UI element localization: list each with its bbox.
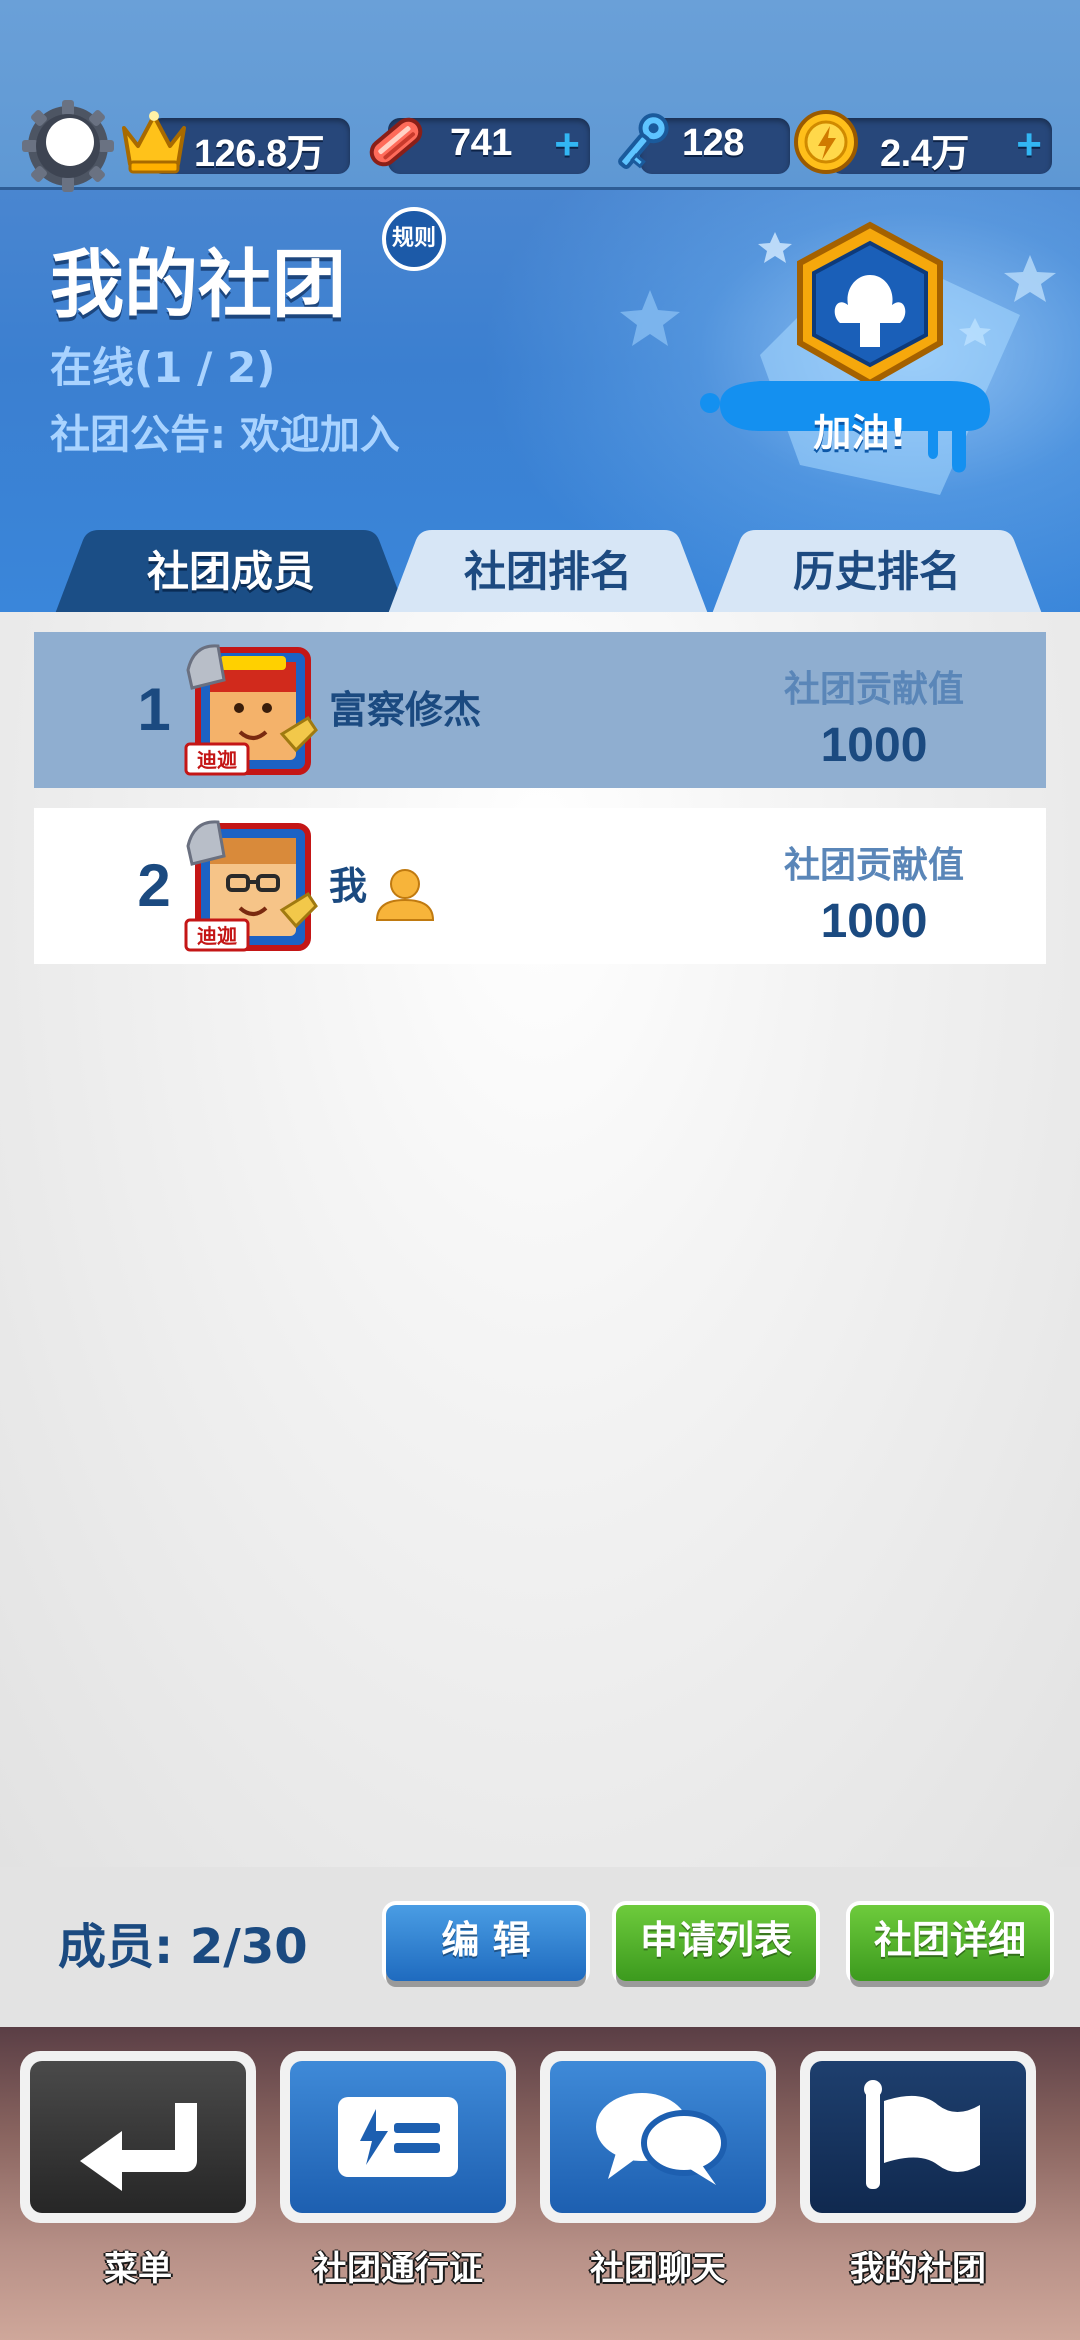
member-badge: 迪迦: [197, 748, 238, 772]
keys-count: 128: [682, 122, 744, 164]
crown-icon: [122, 111, 186, 174]
nav-my-club[interactable]: 我的社团: [800, 2051, 1036, 2321]
add-coins-icon[interactable]: +: [1016, 120, 1042, 170]
member-row[interactable]: 2 迪迦 我 社团贡献值 1000: [34, 808, 1046, 964]
pass-card-icon: [338, 2097, 458, 2177]
tab-club-ranking-label: 社团排名: [463, 547, 632, 596]
nav-menu-label: 菜单: [104, 2249, 172, 2289]
nav-club-chat-tile: [540, 2051, 776, 2223]
tab-members[interactable]: 社团成员: [55, 530, 407, 614]
member-avatar: 迪迦: [184, 820, 318, 952]
apply-list-button[interactable]: 申请列表: [616, 1905, 816, 1981]
rules-button[interactable]: 规则: [382, 207, 446, 271]
self-user-icon: [375, 869, 435, 921]
club-emblem[interactable]: [690, 195, 1050, 525]
hoverboard-icon: [369, 117, 423, 167]
nav-my-club-tile: [800, 2051, 1036, 2223]
member-action-bar: 成员: 2/30 编 辑 申请列表 社团详细: [0, 1867, 1080, 2027]
member-count: 成员: 2/30: [58, 1919, 308, 1975]
club-detail-button[interactable]: 社团详细: [850, 1905, 1050, 1981]
member-badge: 迪迦: [197, 924, 238, 948]
contribution-label: 社团贡献值: [783, 669, 964, 710]
nav-club-pass-tile: [280, 2051, 516, 2223]
bottom-nav: 菜单 社团通行证 社团聊天 我的社团: [0, 2027, 1080, 2340]
tab-history-ranking-label: 历史排名: [792, 547, 961, 596]
member-name: 富察修杰: [329, 688, 482, 732]
nav-club-pass[interactable]: 社团通行证: [280, 2051, 516, 2321]
gear-icon: [22, 100, 114, 192]
tab-history-ranking[interactable]: 历史排名: [712, 530, 1042, 614]
member-name: 我: [329, 864, 368, 908]
nav-my-club-label: 我的社团: [850, 2249, 986, 2289]
club-emblem-icon: [700, 221, 1020, 495]
nav-menu-tile: [20, 2051, 256, 2223]
contribution-label: 社团贡献值: [783, 845, 964, 886]
chat-bubbles-icon: [596, 2093, 727, 2185]
return-arrow-icon: [80, 2103, 197, 2191]
online-status: 在线(1 / 2): [50, 343, 276, 392]
coins-pill[interactable]: 2.4万 +: [830, 118, 1052, 175]
key-icon: [618, 113, 669, 169]
nav-menu[interactable]: 菜单: [20, 2051, 256, 2321]
nav-club-chat[interactable]: 社团聊天: [540, 2051, 776, 2321]
member-avatar: 迪迦: [184, 644, 318, 776]
flag-icon: [864, 2080, 980, 2189]
club-title: 我的社团: [50, 242, 346, 328]
club-notice: 社团公告: 欢迎加入: [50, 412, 400, 458]
currency-bar: 126.8万 741 + 128 2.4万 +: [0, 100, 1080, 192]
add-boards-icon[interactable]: +: [554, 120, 580, 170]
coin-icon: [794, 110, 858, 174]
edit-button[interactable]: 编 辑: [386, 1905, 586, 1981]
club-tabs: 社团成员 社团排名 历史排名: [0, 530, 1080, 614]
crowns-count: 126.8万: [194, 133, 325, 175]
boards-count: 741: [450, 122, 512, 164]
member-list[interactable]: 1 迪迦 富察修杰 社团贡献值 1000 2 迪迦 我 社团贡献值 1000: [0, 612, 1080, 1867]
settings-button[interactable]: [22, 100, 114, 192]
nav-club-chat-label: 社团聊天: [590, 2249, 726, 2289]
nav-club-pass-label: 社团通行证: [313, 2249, 483, 2289]
tab-club-ranking[interactable]: 社团排名: [388, 530, 708, 614]
coins-count: 2.4万: [880, 133, 969, 175]
contribution-value: 1000: [820, 719, 928, 772]
cheer-label: 加油!: [813, 411, 907, 455]
tab-members-label: 社团成员: [146, 547, 315, 596]
member-row[interactable]: 1 迪迦 富察修杰 社团贡献值 1000: [34, 632, 1046, 788]
contribution-value: 1000: [820, 895, 928, 948]
